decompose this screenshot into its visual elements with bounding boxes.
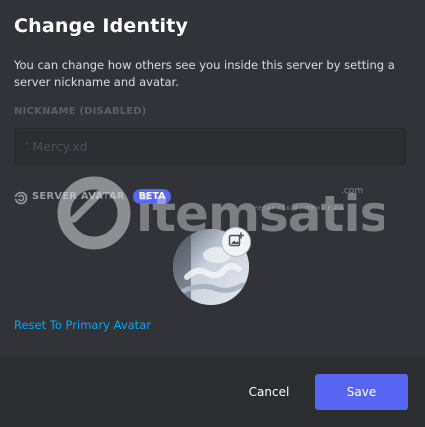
upload-avatar-button[interactable] [222, 228, 250, 256]
nickname-label: NICKNAME (DISABLED) [14, 106, 147, 117]
server-avatar-label: SERVER AVATAR [32, 191, 125, 202]
save-button[interactable]: Save [315, 374, 408, 410]
cancel-button[interactable]: Cancel [236, 374, 302, 410]
server-avatar-label-row: SERVER AVATAR BETA [14, 189, 172, 204]
modal-footer: Cancel Save [0, 357, 425, 427]
modal-description: You can change how others see you inside… [14, 58, 395, 89]
image-plus-icon [228, 232, 245, 252]
modal-title: Change Identity [14, 15, 189, 37]
server-avatar[interactable] [173, 228, 250, 305]
nickname-input [14, 128, 406, 165]
spiral-icon [14, 190, 28, 204]
beta-badge: BETA [132, 189, 172, 204]
watermark-tagline: HESAP / SKIN / ITEM / E-PIN [254, 206, 345, 212]
change-identity-modal: Change Identity You can change how other… [0, 0, 425, 427]
reset-avatar-link[interactable]: Reset To Primary Avatar [14, 318, 151, 332]
watermark-domain: .com [341, 186, 363, 196]
